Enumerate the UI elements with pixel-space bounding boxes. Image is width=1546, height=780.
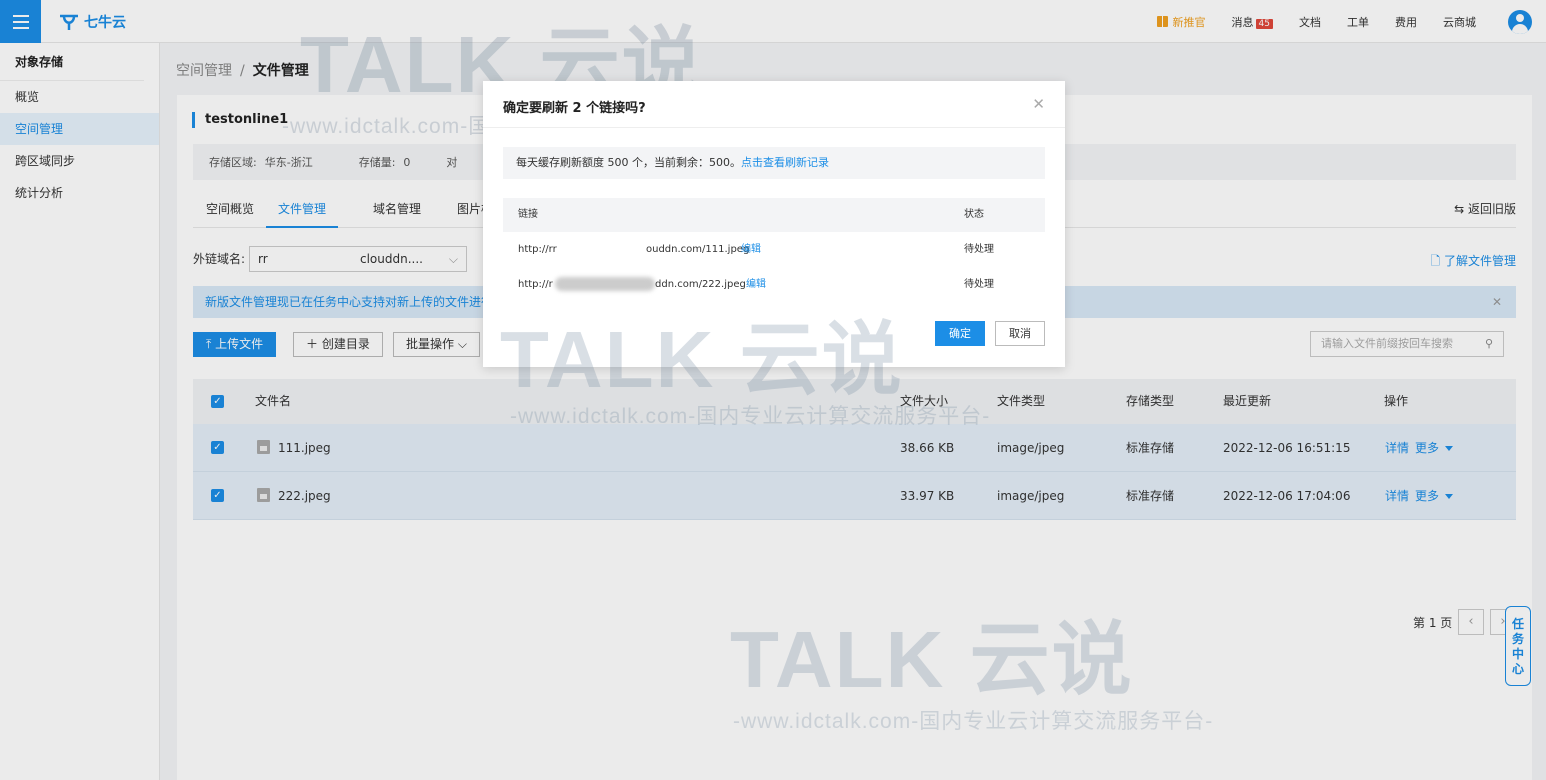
col-link: 链接 [518,209,538,220]
refresh-link-row: http://r ddn.com/222.jpeg 编辑 待处理 [503,267,1045,302]
dialog-divider [483,127,1065,128]
refresh-history-link[interactable]: 点击查看刷新记录 [741,156,829,169]
link-url-end: ddn.com/222.jpeg [655,279,746,290]
edit-link[interactable]: 编辑 [741,232,761,267]
edit-link[interactable]: 编辑 [746,267,766,302]
refresh-confirm-dialog: 确定要刷新 2 个链接吗? ✕ 每天缓存刷新额度 500 个，当前剩余：500。… [483,81,1065,367]
refresh-link-row: http://rr ouddn.com/111.jpeg 编辑 待处理 [503,232,1045,267]
redacted-url-blur [555,267,655,302]
close-icon[interactable]: ✕ [1032,95,1045,113]
link-url-end: ouddn.com/111.jpeg [646,244,750,255]
confirm-button[interactable]: 确定 [935,321,985,346]
cancel-button[interactable]: 取消 [995,321,1045,346]
link-url-start: http://rr [518,244,557,255]
link-status: 待处理 [964,279,994,290]
refresh-table-header: 链接 状态 [503,198,1045,232]
quota-info: 每天缓存刷新额度 500 个，当前剩余：500。点击查看刷新记录 [503,147,1045,179]
col-status: 状态 [964,209,984,220]
quota-text: 每天缓存刷新额度 500 个，当前剩余：500。 [516,156,741,169]
link-url-start: http://r [518,279,553,290]
dialog-title: 确定要刷新 2 个链接吗? [503,101,646,116]
link-status: 待处理 [964,244,994,255]
refresh-link-table: 链接 状态 http://rr ouddn.com/111.jpeg 编辑 待处… [503,198,1045,302]
